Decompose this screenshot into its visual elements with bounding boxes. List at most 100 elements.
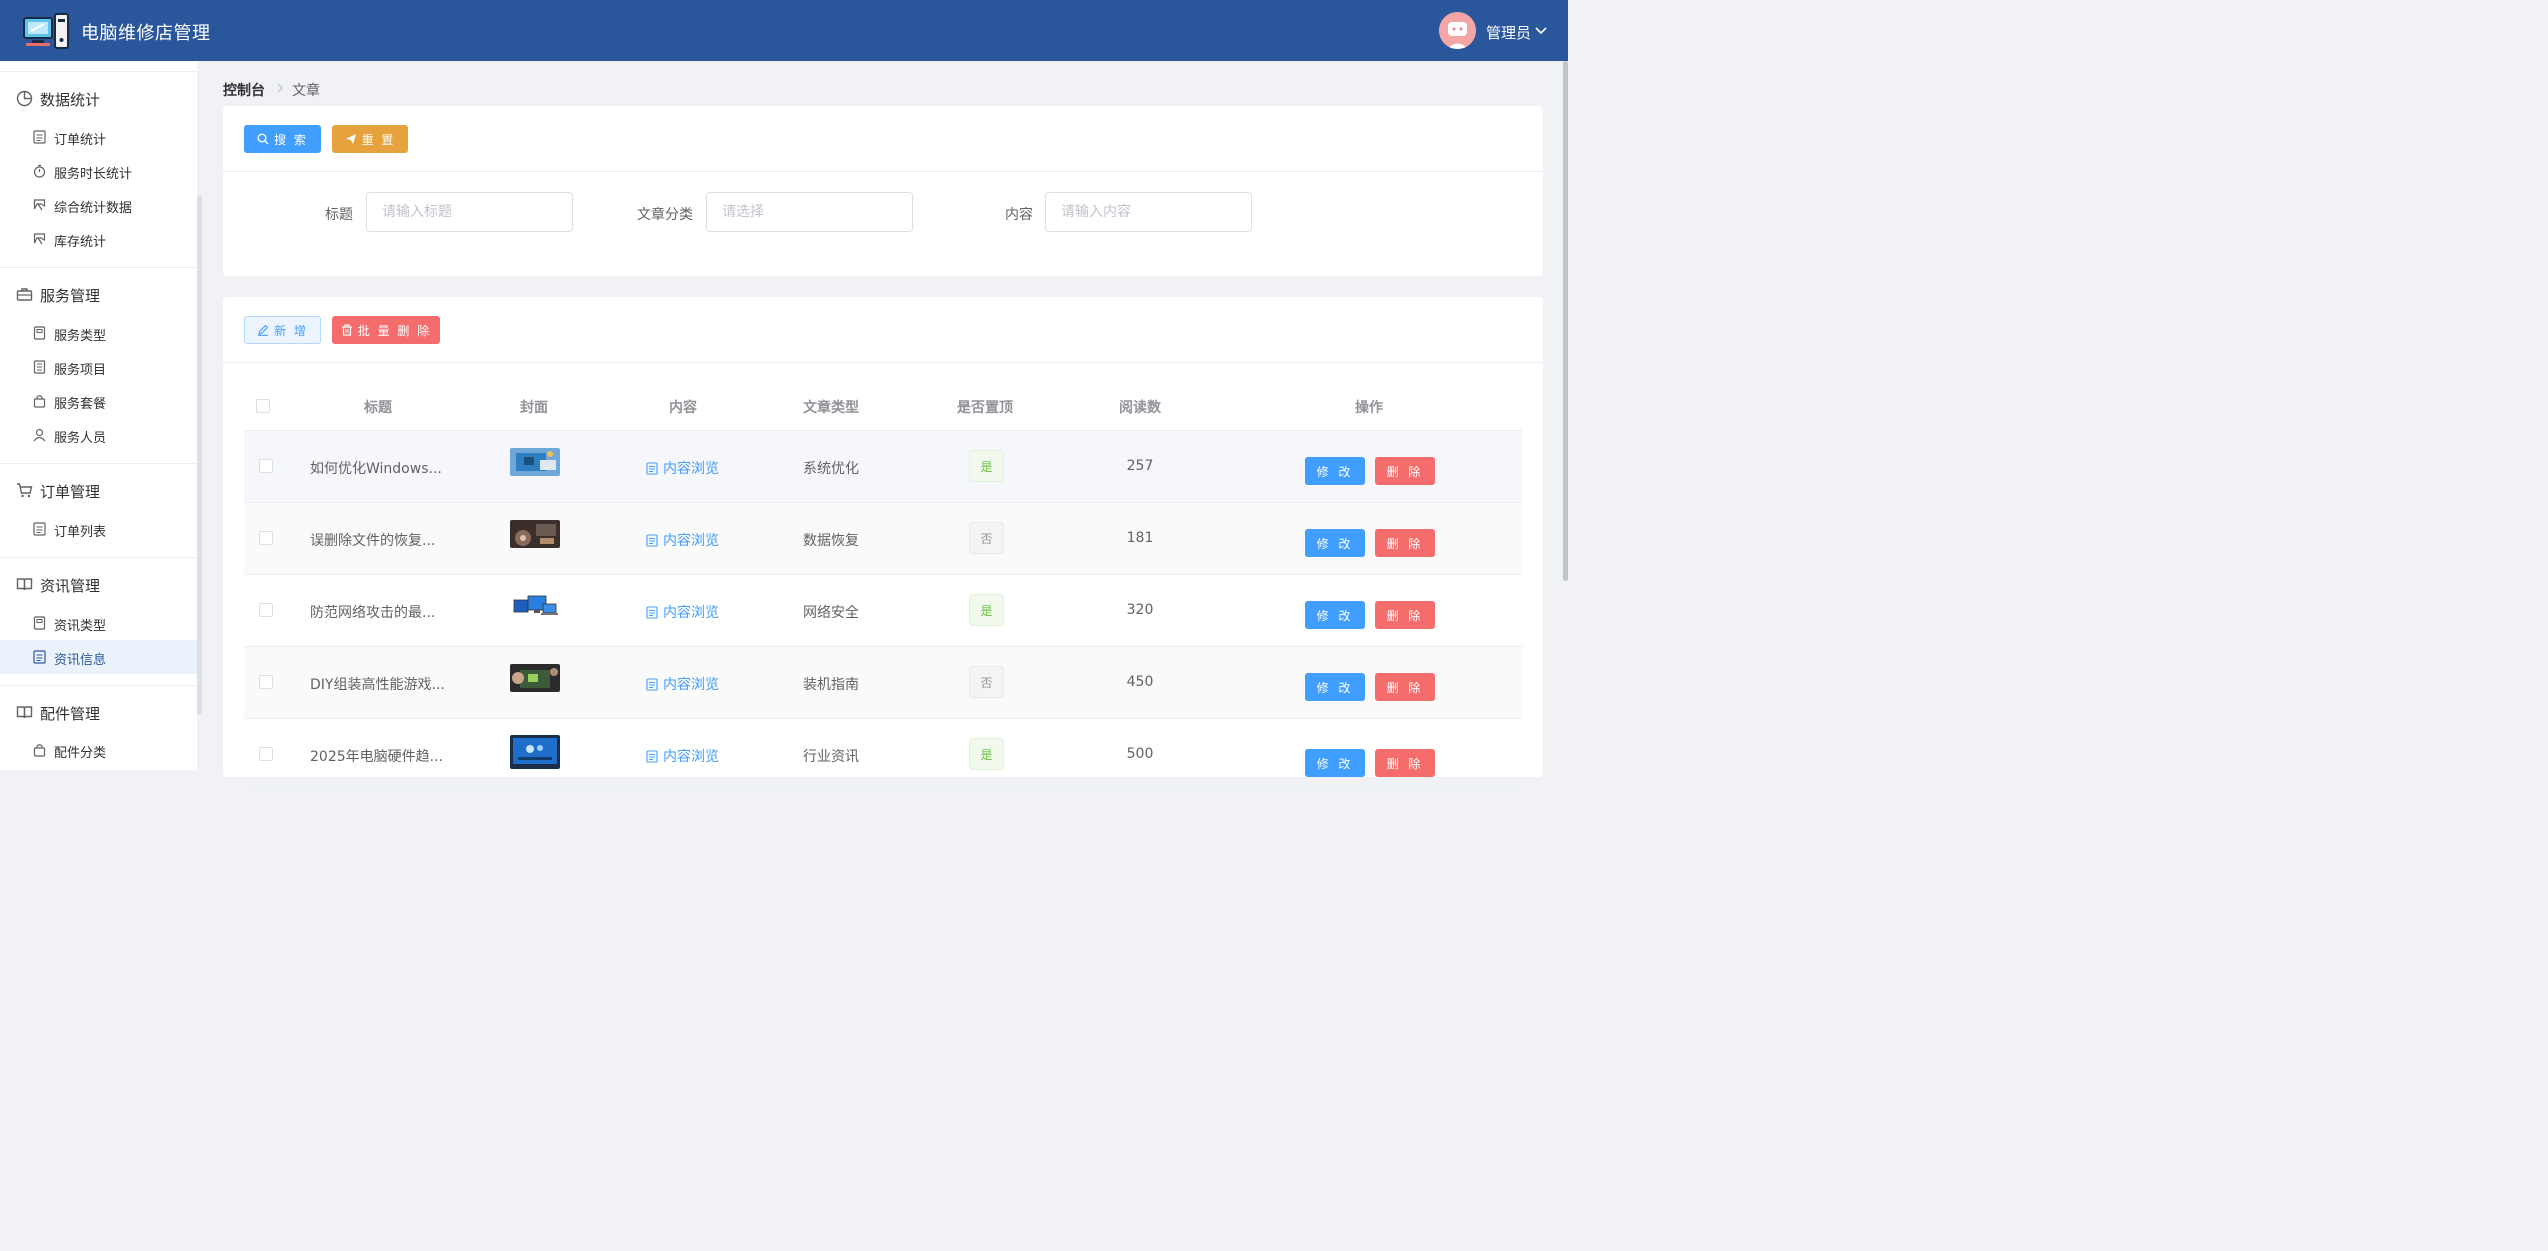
user-icon	[33, 428, 46, 442]
table-row[interactable]: DIY组装高性能游戏... 内容浏览 装机指南 否 450 修 改 删 除	[244, 647, 1522, 719]
document-icon	[33, 130, 46, 144]
row-checkbox[interactable]	[259, 603, 273, 617]
edit-button[interactable]: 修 改	[1305, 529, 1365, 557]
circuit-board-image	[510, 448, 560, 476]
row-checkbox[interactable]	[259, 531, 273, 545]
column-header-actions[interactable]: 操作	[1355, 397, 1383, 417]
edit-button[interactable]: 修 改	[1305, 673, 1365, 701]
content-preview-label: 内容浏览	[663, 533, 719, 549]
add-button-label: 新 增	[274, 323, 308, 338]
content-preview-link[interactable]: 内容浏览	[646, 602, 719, 622]
table-row[interactable]: 防范网络攻击的最... 内容浏览 网络安全 是 320 修 改 删 除	[244, 575, 1522, 647]
sidebar-group-label: 配件管理	[40, 705, 101, 723]
devices-image	[510, 592, 560, 620]
delete-button[interactable]: 删 除	[1375, 529, 1435, 557]
content-preview-link[interactable]: 内容浏览	[646, 458, 719, 478]
table-row[interactable]: 2025年电脑硬件趋... 内容浏览 行业资讯 是 500 修 改 删 除	[244, 719, 1522, 791]
delete-button[interactable]: 删 除	[1375, 673, 1435, 701]
search-icon	[257, 133, 269, 145]
sidebar-item-service-package[interactable]: 服务套餐	[0, 384, 197, 418]
column-header-title[interactable]: 标题	[364, 397, 392, 417]
content-field[interactable]	[1045, 192, 1252, 232]
title-input[interactable]	[367, 193, 572, 231]
column-header-type[interactable]: 文章类型	[803, 397, 859, 417]
category-input[interactable]	[707, 193, 912, 231]
sidebar-group-data-stats[interactable]: 数据统计	[0, 80, 197, 116]
row-title: 误删除文件的恢复...	[310, 533, 436, 549]
breadcrumb-root[interactable]: 控制台	[223, 80, 265, 100]
monitor-screen-image	[510, 735, 560, 769]
content-preview-label: 内容浏览	[663, 605, 719, 621]
table-row[interactable]: 误删除文件的恢复... 内容浏览 数据恢复 否 181 修 改 删 除	[244, 503, 1522, 575]
sidebar-item-overall-stats[interactable]: 综合统计数据	[0, 188, 197, 222]
category-select[interactable]	[706, 192, 913, 232]
row-title: 防范网络攻击的最...	[310, 605, 436, 621]
content-preview-link[interactable]: 内容浏览	[646, 674, 719, 694]
column-header-cover[interactable]: 封面	[520, 397, 548, 417]
row-type: 网络安全	[803, 605, 859, 621]
column-header-pinned[interactable]: 是否置顶	[957, 397, 1013, 417]
content-preview-label: 内容浏览	[663, 749, 719, 765]
reset-button[interactable]: 重 置	[332, 125, 408, 153]
pinned-tag: 否	[969, 522, 1004, 554]
add-button[interactable]: 新 增	[244, 316, 321, 344]
edit-button[interactable]: 修 改	[1305, 457, 1365, 485]
sidebar-item-news-info[interactable]: 资讯信息	[0, 640, 197, 674]
hardware-repair-image	[510, 520, 560, 548]
user-name[interactable]: 管理员	[1486, 22, 1531, 43]
sidebar-item-news-type[interactable]: 资讯类型	[0, 606, 197, 640]
delete-button[interactable]: 删 除	[1375, 457, 1435, 485]
search-button[interactable]: 搜 索	[244, 125, 321, 153]
row-checkbox[interactable]	[259, 675, 273, 689]
sidebar-item-label: 订单列表	[54, 525, 107, 540]
user-avatar-icon[interactable]	[1439, 12, 1476, 49]
row-checkbox[interactable]	[259, 747, 273, 761]
sidebar-divider	[0, 267, 197, 268]
column-header-reads[interactable]: 阅读数	[1119, 397, 1161, 417]
reading-icon	[16, 706, 33, 719]
edit-button[interactable]: 修 改	[1305, 601, 1365, 629]
sidebar-item-label: 服务人员	[54, 431, 107, 446]
app-title: 电脑维修店管理	[81, 23, 211, 44]
sidebar-group-service-management[interactable]: 服务管理	[0, 276, 197, 312]
sidebar-item-parts-category[interactable]: 配件分类	[0, 733, 197, 767]
title-field[interactable]	[366, 192, 573, 232]
sidebar-group-news-management[interactable]: 资讯管理	[0, 566, 197, 602]
sidebar-group-parts-management[interactable]: 配件管理	[0, 694, 197, 730]
stopwatch-icon	[33, 164, 46, 178]
table-header: 标题 封面 内容 文章类型 是否置顶 阅读数 操作	[244, 379, 1522, 431]
sidebar-group-label: 服务管理	[40, 287, 101, 305]
row-type: 数据恢复	[803, 533, 859, 549]
sidebar-item-service-duration-stats[interactable]: 服务时长统计	[0, 154, 197, 188]
page-scrollbar[interactable]	[1563, 61, 1568, 581]
sidebar-divider	[0, 71, 197, 72]
sidebar-item-order-stats[interactable]: 订单统计	[0, 120, 197, 154]
table-row[interactable]: 如何优化Windows... 内容浏览 系统优化 是 257 修 改 删 除	[244, 431, 1522, 503]
sidebar-scrollbar[interactable]	[197, 195, 202, 715]
reading-icon	[16, 578, 33, 591]
content-preview-link[interactable]: 内容浏览	[646, 530, 719, 550]
row-reads: 450	[1126, 674, 1154, 690]
select-all-checkbox[interactable]	[256, 399, 270, 413]
send-icon	[345, 134, 356, 144]
batch-delete-button[interactable]: 批 量 删 除	[332, 316, 440, 344]
row-checkbox[interactable]	[259, 459, 273, 473]
sidebar-item-service-project[interactable]: 服务项目	[0, 350, 197, 384]
sidebar-divider	[0, 557, 197, 558]
sidebar-item-inventory-stats[interactable]: 库存统计	[0, 222, 197, 256]
sidebar: 数据统计 订单统计 服务时长统计 综合统计数据 库存统计 服务管理 服务类型 服…	[0, 61, 197, 770]
sidebar-item-order-list[interactable]: 订单列表	[0, 512, 197, 546]
sidebar-item-service-type[interactable]: 服务类型	[0, 316, 197, 350]
content-preview-link[interactable]: 内容浏览	[646, 746, 719, 766]
sidebar-group-order-management[interactable]: 订单管理	[0, 472, 197, 508]
chevron-down-icon[interactable]	[1534, 24, 1548, 38]
sidebar-item-service-staff[interactable]: 服务人员	[0, 418, 197, 452]
breadcrumb-current: 文章	[292, 83, 320, 99]
sidebar-item-label: 服务时长统计	[54, 167, 133, 182]
edit-button[interactable]: 修 改	[1305, 749, 1365, 777]
content-input[interactable]	[1046, 193, 1251, 231]
document-icon	[33, 650, 46, 664]
column-header-content[interactable]: 内容	[669, 397, 697, 417]
delete-button[interactable]: 删 除	[1375, 601, 1435, 629]
delete-button[interactable]: 删 除	[1375, 749, 1435, 777]
